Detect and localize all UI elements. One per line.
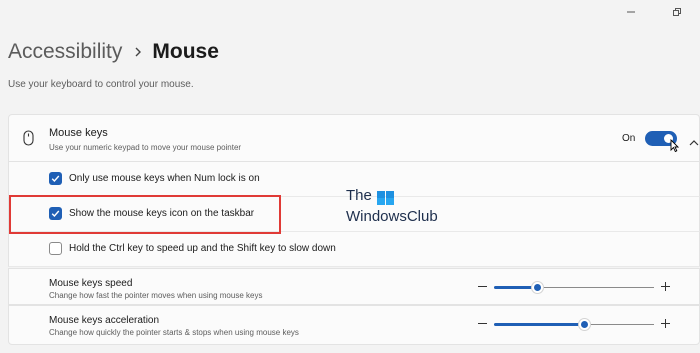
mouse-keys-state-label: On [622,133,636,144]
plus-icon[interactable] [661,282,670,291]
option-row-ctrl-shift[interactable]: Hold the Ctrl key to speed up and the Sh… [8,232,700,267]
chevron-right-icon [134,46,142,58]
option-label: Hold the Ctrl key to speed up and the Sh… [69,243,336,254]
slider-thumb[interactable] [577,318,591,331]
breadcrumb: Accessibility Mouse [8,38,219,66]
slider-thumb[interactable] [531,281,545,294]
page-description: Use your keyboard to control your mouse. [8,79,194,90]
watermark-text-line2: WindowsClub [346,208,438,225]
acceleration-title: Mouse keys acceleration [49,315,160,326]
minus-icon[interactable] [478,286,487,287]
mouse-keys-title: Mouse keys [49,127,108,139]
page-title: Mouse [152,40,219,63]
restore-icon [673,8,681,16]
checkmark-icon [51,175,60,183]
restore-button[interactable] [654,0,700,24]
checkbox-num-lock[interactable] [49,172,62,185]
minus-icon[interactable] [478,323,487,324]
mouse-keys-acceleration-card: Mouse keys acceleration Change how quick… [8,305,700,345]
window-controls [608,0,700,24]
option-label: Only use mouse keys when Num lock is on [69,173,260,184]
speed-slider[interactable] [494,281,654,294]
slider-fill [494,323,584,326]
mouse-icon [23,130,34,151]
cursor-pointer-icon [670,138,680,158]
mouse-keys-speed-card: Mouse keys speed Change how fast the poi… [8,268,700,305]
minimize-button[interactable] [608,0,654,24]
speed-description: Change how fast the pointer moves when u… [49,291,263,300]
mouse-keys-description: Use your numeric keypad to move your mou… [49,143,242,152]
watermark-text-line1: The [346,187,372,204]
speed-title: Mouse keys speed [49,278,133,289]
breadcrumb-accessibility[interactable]: Accessibility [8,40,122,64]
acceleration-description: Change how quickly the pointer starts & … [49,328,299,337]
windows-club-logo-icon [376,191,394,209]
mouse-keys-card[interactable]: Mouse keys Use your numeric keypad to mo… [8,114,700,162]
watermark: The WindowsClub [346,188,438,225]
acceleration-slider[interactable] [494,318,654,331]
checkbox-ctrl-shift[interactable] [49,242,62,255]
plus-icon[interactable] [661,319,670,328]
chevron-up-icon[interactable] [689,133,699,151]
minimize-icon [627,11,635,13]
highlight-box [9,195,281,234]
